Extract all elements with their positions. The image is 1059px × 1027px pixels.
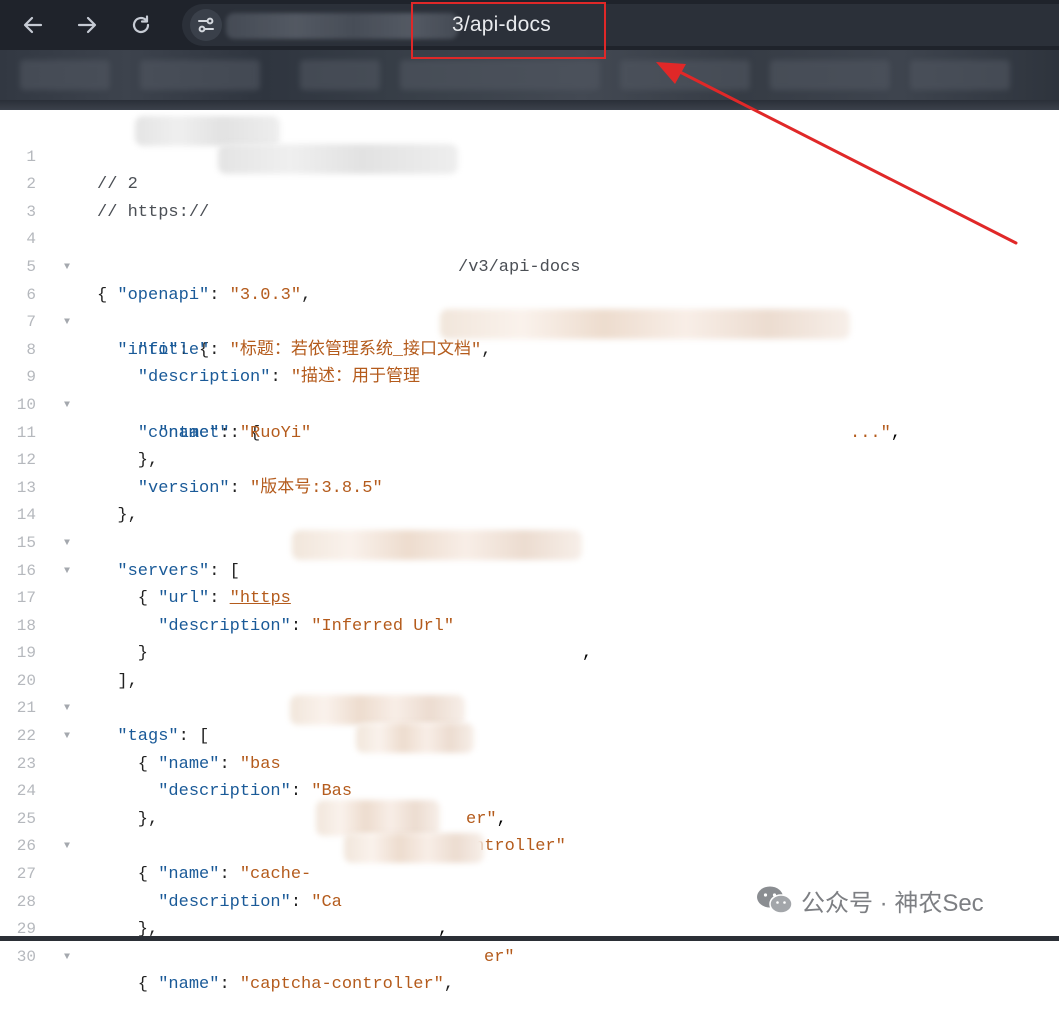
annotation-highlight-box — [411, 2, 606, 59]
bookmark-item[interactable] — [770, 60, 890, 90]
code-line: 20 ▼ "tags": [ — [0, 640, 1059, 746]
code-line: 21 ▼ { — [0, 668, 1059, 773]
code-line: 22 "name": "bas er", — [0, 695, 1059, 829]
code-line: 16 "url": "https , — [0, 529, 1059, 663]
code-line: 24 }, — [0, 751, 1059, 829]
code-line: 9 ▼ "contact": { — [0, 337, 1059, 442]
reload-icon — [132, 15, 150, 34]
forward-button[interactable] — [70, 8, 104, 42]
redaction-blur — [218, 143, 458, 174]
watermark: 公众号 · 神农Sec — [755, 880, 984, 920]
code-line: 15 ▼ { — [0, 502, 1059, 608]
redaction-blur — [292, 529, 582, 560]
redaction-blur — [290, 695, 465, 726]
bookmark-item[interactable] — [20, 60, 110, 90]
json-string: "captcha-controller" — [239, 975, 444, 995]
redaction-blur — [440, 309, 850, 340]
code-line: 14 ▼ "servers": [ — [0, 475, 1059, 580]
code-line: 11 }, — [0, 392, 1059, 471]
redaction-blur — [344, 833, 484, 864]
line-number: 30 — [16, 947, 36, 966]
code-line: 25 ▼ { — [0, 778, 1059, 884]
redaction-blur — [316, 799, 440, 836]
code-line: 2 // https:// /v3/api-docs — [0, 143, 1059, 277]
code-line: 23 "description": "Bas ntroller" — [0, 723, 1059, 856]
code-line: 5 "openapi": "3.0.3", — [0, 226, 1059, 305]
bookmark-item[interactable] — [910, 60, 1010, 90]
code-line: 19 ], — [0, 613, 1059, 691]
toolbar-divider — [0, 100, 1059, 110]
redaction-blur — [356, 723, 474, 754]
redaction-blur — [135, 116, 280, 146]
arrow-left-icon — [23, 16, 43, 34]
address-bar[interactable]: 3/api-docs — [182, 4, 1059, 46]
bookmark-item[interactable] — [400, 60, 600, 90]
code-line: 8 "description": "描述：用于管理 ...", — [0, 309, 1059, 443]
arrow-right-icon — [77, 16, 97, 34]
code-line: 7 "title": "标题：若依管理系统_接口文档", — [0, 282, 1059, 360]
json-string: er" — [484, 947, 515, 967]
bottom-edge — [0, 936, 1059, 941]
bookmark-item[interactable] — [140, 60, 260, 90]
watermark-text: 公众号 · 神农Sec — [801, 889, 984, 917]
bookmark-item[interactable] — [300, 60, 380, 90]
reload-button[interactable] — [124, 8, 158, 42]
code-line: 6 ▼ "info": { — [0, 254, 1059, 360]
code-line: 27 "description": "Ca er" — [0, 833, 1059, 967]
code-line: 3 — [0, 171, 1059, 221]
code-line: 4 ▼ { — [0, 199, 1059, 304]
code-line: 10 "name": "RuoYi" — [0, 364, 1059, 443]
code-line: 18 } — [0, 585, 1059, 664]
code-line: 26 "name": "cache- , — [0, 799, 1059, 939]
code-line: 13 }, — [0, 447, 1059, 526]
site-settings-icon — [198, 17, 214, 33]
back-button[interactable] — [16, 8, 50, 42]
code-line: 1 // 2 — [0, 116, 1059, 194]
fold-toggle-icon[interactable]: ▼ — [60, 944, 74, 972]
code-line: 12 "version": "版本号:3.8.5" — [0, 420, 1059, 498]
json-key: "name" — [158, 975, 220, 995]
wechat-logo-icon — [757, 886, 793, 914]
bookmark-item[interactable] — [620, 60, 750, 90]
code-line: 17 "description": "Inferred Url" — [0, 558, 1059, 636]
site-info-button[interactable] — [190, 9, 222, 41]
json-viewer: 1 // 2 2 // https:// /v3/api-docs 3 4 ▼ … — [0, 116, 1059, 994]
